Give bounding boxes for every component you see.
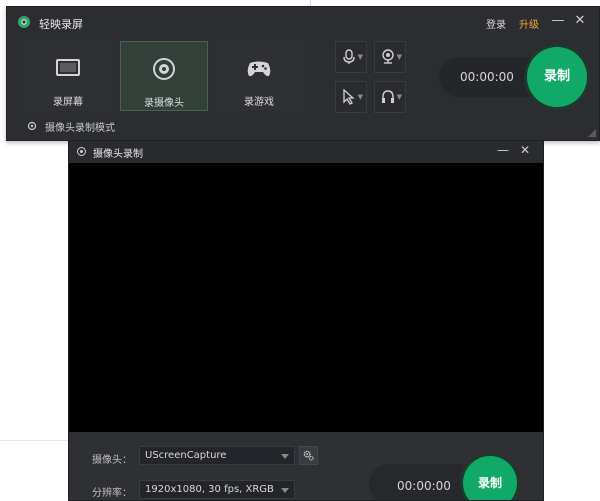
app-title: 轻映录屏	[39, 18, 83, 31]
title-bar[interactable]: 摄像头录制 — ✕	[69, 141, 543, 163]
camera-select-value: UScreenCapture	[145, 450, 227, 461]
webcam-overlay-toggle-button[interactable]: ▼	[374, 41, 406, 73]
minimize-button[interactable]: —	[551, 13, 565, 29]
camera-settings-button[interactable]	[299, 446, 318, 465]
login-link[interactable]: 登录	[486, 16, 506, 31]
cursor-toggle-button[interactable]: ▼	[335, 81, 367, 113]
camera-preview	[69, 163, 543, 432]
recording-timer: 00:00:00	[460, 70, 514, 84]
camera-label: 摄像头：	[92, 455, 132, 466]
camera-record-window: 摄像头录制 — ✕ 摄像头： UScreenCapture 分辨率： 1920x…	[68, 140, 544, 501]
record-button[interactable]: 录制	[463, 456, 517, 500]
chevron-down-icon	[281, 488, 289, 493]
record-button-label: 录制	[477, 476, 502, 490]
resolution-select-value: 1920x1080, 30 fps, XRGB	[145, 484, 274, 495]
chevron-down-icon: ▼	[357, 93, 363, 101]
recorder-main-window: 轻映录屏 登录 升级 — ✕ 录屏幕 录摄像头 录游戏 ▼ ▼ ▼ ▼ 00:0…	[6, 6, 600, 141]
camera-mode-label: 摄像头录制模式	[45, 123, 115, 134]
app-logo-icon	[18, 16, 30, 28]
mode-record-game[interactable]: 录游戏	[215, 41, 303, 111]
webcam-icon	[153, 58, 175, 80]
camera-settings-panel: 摄像头： UScreenCapture 分辨率： 1920x1080, 30 f…	[69, 432, 543, 500]
system-audio-toggle-button[interactable]: ▼	[374, 81, 406, 113]
target-icon	[27, 121, 37, 131]
window-title: 摄像头录制	[93, 149, 143, 160]
chevron-down-icon: ▼	[357, 53, 363, 61]
record-button-label: 录制	[543, 69, 570, 84]
chevron-down-icon: ▼	[396, 53, 402, 61]
resolution-label: 分辨率：	[92, 488, 132, 499]
minimize-button[interactable]: —	[497, 143, 509, 157]
background-divider	[0, 440, 70, 441]
app-logo-icon	[77, 147, 86, 156]
headphones-icon	[382, 90, 394, 103]
chevron-down-icon: ▼	[396, 93, 402, 101]
mode-label: 录游戏	[244, 97, 274, 108]
chevron-down-icon	[281, 454, 289, 459]
mode-label: 录摄像头	[144, 98, 184, 109]
webcam-overlay-icon	[382, 49, 394, 64]
gear-icon	[303, 450, 314, 461]
close-button[interactable]: ✕	[520, 143, 530, 157]
recording-timer: 00:00:00	[397, 479, 451, 493]
microphone-icon	[343, 49, 355, 64]
monitor-icon	[56, 59, 80, 76]
camera-select[interactable]: UScreenCapture	[139, 446, 295, 465]
title-bar[interactable]: 轻映录屏 登录 升级 — ✕	[7, 7, 599, 39]
resolution-select[interactable]: 1920x1080, 30 fps, XRGB	[139, 480, 295, 499]
upgrade-link[interactable]: 升级	[519, 16, 539, 31]
mode-record-camera[interactable]: 录摄像头	[120, 41, 208, 111]
mode-record-screen[interactable]: 录屏幕	[24, 41, 112, 111]
mode-label: 录屏幕	[53, 97, 83, 108]
record-button[interactable]: 录制	[527, 47, 587, 107]
microphone-toggle-button[interactable]: ▼	[335, 41, 367, 73]
resize-grip-icon[interactable]	[588, 129, 596, 137]
gamepad-icon	[247, 61, 271, 77]
close-button[interactable]: ✕	[573, 13, 587, 29]
cursor-icon	[343, 89, 355, 105]
